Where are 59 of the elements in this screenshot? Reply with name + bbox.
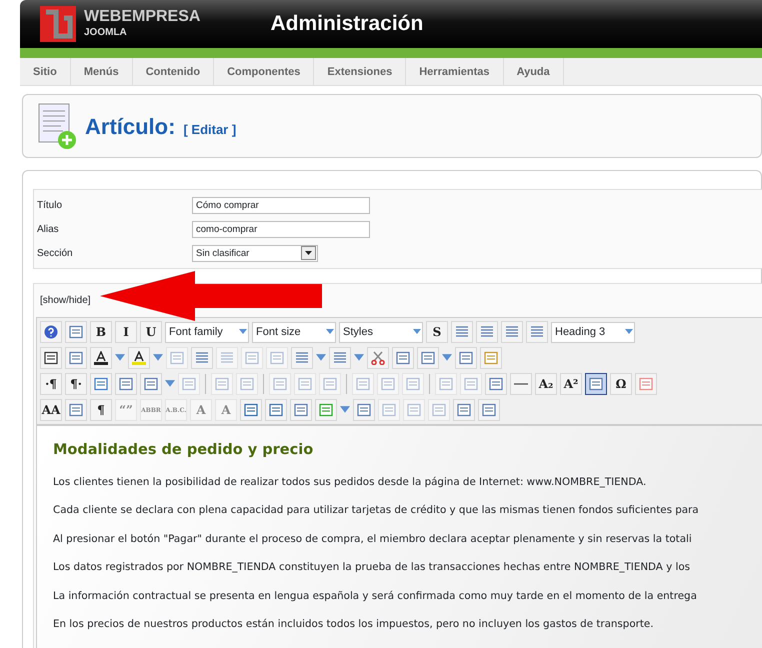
content-paragraph: Al presionar el botón "Pagar" durante el proceso de compra, el miembro declara aceptar plenamente y sin reservas la totali xyxy=(53,532,692,547)
caret-icon xyxy=(238,328,248,336)
edit-link[interactable]: [ Editar ] xyxy=(183,120,236,139)
toolbar-select[interactable]: Font family xyxy=(165,322,249,342)
toolbar-button[interactable]: AA xyxy=(40,399,62,421)
toolbar-button[interactable]: S xyxy=(426,321,448,343)
field-label: Alias xyxy=(37,222,60,236)
menu-item[interactable]: Herramientas xyxy=(406,58,504,85)
logo-icon xyxy=(40,6,76,42)
input-field[interactable]: Cómo comprar xyxy=(192,196,370,214)
toolbar-button[interactable]: ¶ xyxy=(90,399,112,421)
content-paragraph: La información contractual se presenta en lengua española y será confirmada como muy tarde en el momento de la entrega xyxy=(53,588,697,604)
field-label: Sección xyxy=(37,246,74,260)
align-right-icon[interactable] xyxy=(530,325,544,339)
content-paragraph: Los datos registrados por NOMBRE_TIENDA constituyen la prueba de las transacciones hechas entre NOMBRE_TIENDA y los xyxy=(53,560,690,576)
menu-item[interactable]: Sitio xyxy=(20,58,71,85)
content-heading: Modalidades de pedido y precio xyxy=(53,441,314,460)
logo-subtitle: JOOMLA xyxy=(84,26,128,40)
field-label: Título xyxy=(37,198,64,212)
menu-item[interactable]: Contenido xyxy=(132,58,214,85)
help-icon[interactable] xyxy=(44,325,58,339)
menu-item[interactable]: Componentes xyxy=(214,58,314,85)
show-hide-link[interactable]: [show/hide] xyxy=(36,293,762,308)
document-add-icon xyxy=(37,102,77,150)
font-color-icon[interactable] xyxy=(94,351,108,365)
toolbar-button[interactable]: U xyxy=(140,321,162,343)
content-paragraph: En los precios de nuestros productos están incluidos todos los impuestos, pero no incluyen los gastos de transporte. xyxy=(53,616,654,632)
input-field[interactable]: como-comprar xyxy=(192,220,370,238)
menu-item[interactable]: Extensiones xyxy=(314,58,406,85)
menu-item[interactable]: Menús xyxy=(70,58,133,85)
caret-icon xyxy=(624,328,634,336)
content-paragraph: Cada cliente se declara con plena capacidad para utilizar tarjetas de crédito y que las mismas tienen fondos suficientes para xyxy=(53,503,699,518)
menu-item[interactable]: Ayuda xyxy=(504,58,564,85)
caret-icon xyxy=(325,328,335,336)
scissors-icon[interactable] xyxy=(371,351,385,365)
caret-icon xyxy=(412,328,422,336)
content-paragraph: Los clientes tienen la posibilidad de realizar todos sus pedidos desde la página de Internet: www.NOMBRE_TIENDA. xyxy=(53,474,646,490)
logo-text: WEBEMPRESA xyxy=(84,8,200,25)
toolbar-button[interactable]: A² xyxy=(560,373,582,395)
toolbar-button[interactable]: Ω xyxy=(610,373,632,395)
align-center-icon[interactable] xyxy=(480,325,494,339)
toolbar-button[interactable]: B xyxy=(90,321,112,343)
indent-icon[interactable] xyxy=(195,351,209,365)
toolbar-select[interactable]: Styles xyxy=(339,322,423,342)
highlight-icon[interactable] xyxy=(132,351,146,365)
toolbar-button[interactable]: A₂ xyxy=(535,373,557,395)
toolbar-button[interactable]: ¶· xyxy=(65,373,87,395)
justify-icon[interactable] xyxy=(455,325,469,339)
app-title: Administración xyxy=(270,11,424,38)
toolbar-select[interactable]: Heading 3 xyxy=(551,322,635,342)
bullet-list-icon[interactable] xyxy=(333,351,347,365)
align-left-icon[interactable] xyxy=(505,325,519,339)
new-document-icon[interactable] xyxy=(69,325,83,339)
numbered-list-icon[interactable] xyxy=(295,351,309,365)
section-select[interactable]: Sin clasificar xyxy=(192,244,318,262)
toolbar-button[interactable]: I xyxy=(115,321,137,343)
page-title: Artículo: xyxy=(85,112,176,140)
toolbar-select[interactable]: Font size xyxy=(252,322,336,342)
toolbar-button[interactable]: ·¶ xyxy=(40,373,62,395)
